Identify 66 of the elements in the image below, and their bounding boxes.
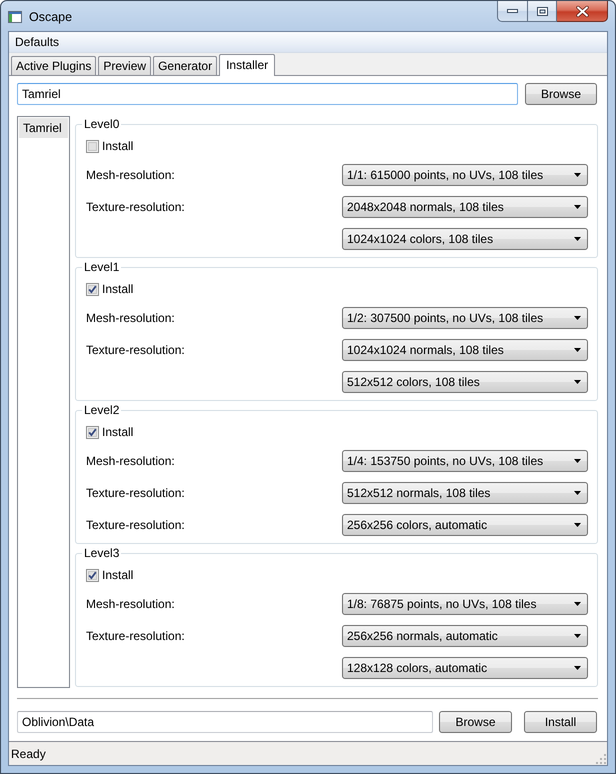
dropdown[interactable]: 512x512 normals, 108 tiles (342, 482, 588, 504)
tab[interactable]: Installer (219, 54, 276, 76)
field-label: Mesh-resolution: (86, 597, 175, 611)
window-title: Oscape (29, 9, 72, 25)
list-item[interactable]: Tamriel (19, 118, 68, 138)
app-icon (8, 11, 22, 23)
tab[interactable]: Preview (98, 56, 152, 75)
close-button[interactable] (557, 1, 608, 22)
tab[interactable]: Active Plugins (11, 56, 96, 75)
browse-button[interactable]: Browse (525, 83, 597, 105)
close-icon (576, 6, 588, 16)
checkbox-label[interactable]: Install (102, 282, 134, 296)
checkbox-label[interactable]: Install (102, 425, 134, 439)
field-label: Texture-resolution: (86, 518, 185, 532)
dropdown[interactable]: 1024x1024 normals, 108 tiles (342, 339, 588, 361)
checkbox[interactable] (86, 140, 99, 152)
output-path-field[interactable]: Oblivion\Data (17, 711, 433, 733)
field-label: Mesh-resolution: (86, 454, 175, 468)
caret-icon (574, 380, 581, 384)
field-label: Mesh-resolution: (86, 168, 175, 182)
dropdown[interactable]: 1/1: 615000 points, no UVs, 108 tiles (342, 164, 588, 186)
caret-icon (574, 173, 581, 177)
caret-icon (574, 237, 581, 241)
caret-icon (574, 666, 581, 670)
dropdown[interactable]: 1/4: 153750 points, no UVs, 108 tiles (342, 450, 588, 472)
checkbox[interactable] (86, 568, 99, 582)
field-label: Texture-resolution: (86, 343, 185, 357)
dropdown[interactable]: 1/8: 76875 points, no UVs, 108 tiles (342, 593, 588, 615)
checkbox-label[interactable]: Install (102, 568, 134, 582)
maximize-button[interactable] (527, 1, 557, 22)
dropdown[interactable]: 512x512 colors, 108 tiles (342, 371, 588, 393)
field-label: Texture-resolution: (86, 629, 185, 643)
checkbox-label[interactable]: Install (102, 139, 134, 153)
caret-icon (574, 459, 581, 463)
action-button[interactable]: Install (524, 711, 597, 733)
caret-icon (574, 348, 581, 352)
field-label: Mesh-resolution: (86, 311, 175, 325)
field-label: Texture-resolution: (86, 200, 185, 214)
status-text: Ready (11, 746, 46, 762)
maximize-icon (536, 6, 548, 16)
group-title: Level0 (83, 117, 120, 131)
dropdown[interactable]: 256x256 colors, automatic (342, 514, 588, 536)
dropdown[interactable]: 256x256 normals, automatic (342, 625, 588, 647)
dropdown[interactable]: 128x128 colors, automatic (342, 657, 588, 679)
tab[interactable]: Generator (153, 56, 218, 75)
path-field[interactable]: Tamriel (17, 83, 518, 105)
minimize-button[interactable] (497, 1, 527, 22)
group-title: Level2 (83, 403, 120, 417)
menu-item[interactable]: Defaults (9, 33, 66, 51)
dropdown[interactable]: 2048x2048 normals, 108 tiles (342, 196, 588, 218)
checkbox[interactable] (86, 426, 99, 438)
minimize-icon (507, 9, 518, 13)
caret-icon (574, 316, 581, 320)
caret-icon (574, 523, 581, 527)
action-button[interactable]: Browse (439, 711, 512, 733)
checkbox[interactable] (86, 282, 99, 296)
size-grip-icon[interactable] (596, 754, 606, 764)
group-title: Level1 (83, 260, 120, 274)
dropdown[interactable]: 1024x1024 colors, 108 tiles (342, 228, 588, 250)
caret-icon (574, 634, 581, 638)
dropdown[interactable]: 1/2: 307500 points, no UVs, 108 tiles (342, 307, 588, 329)
group-title: Level3 (83, 546, 120, 560)
field-label: Texture-resolution: (86, 486, 185, 500)
caret-icon (574, 602, 581, 606)
caret-icon (574, 205, 581, 209)
caret-icon (574, 491, 581, 495)
